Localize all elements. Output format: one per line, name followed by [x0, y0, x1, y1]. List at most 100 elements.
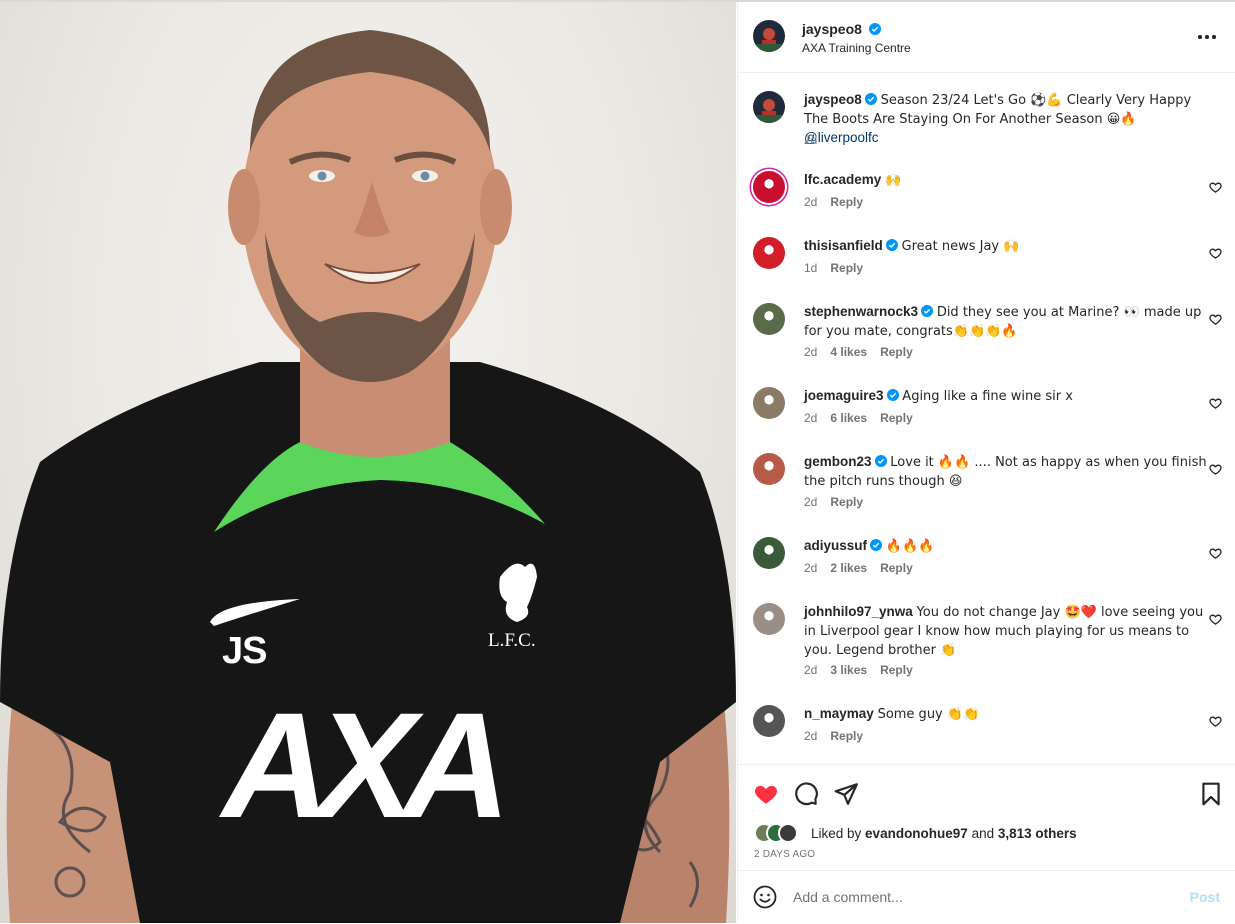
- comment-like-icon[interactable]: [1209, 397, 1222, 410]
- reply-button[interactable]: Reply: [830, 195, 863, 209]
- comment-icon[interactable]: [793, 781, 819, 807]
- commenter-username[interactable]: lfc.academy: [804, 172, 881, 187]
- comment-meta: 2d 2 likes Reply: [804, 561, 926, 575]
- reply-button[interactable]: Reply: [830, 729, 863, 743]
- comment-meta: 2d 6 likes Reply: [804, 411, 926, 425]
- comment-time[interactable]: 2d: [804, 195, 817, 209]
- heart-icon[interactable]: [753, 781, 779, 807]
- caption-avatar[interactable]: [753, 91, 785, 123]
- post-button[interactable]: Post: [1190, 889, 1220, 905]
- liked-by-others[interactable]: 3,813 others: [998, 826, 1077, 841]
- caption-time[interactable]: 2d: [804, 133, 817, 147]
- comment-body: thisisanfield Great news Jay 🙌: [804, 237, 1208, 256]
- comment-likes[interactable]: 2 likes: [830, 561, 867, 575]
- liker-avatars[interactable]: [754, 823, 808, 843]
- comment-text: Some guy 👏👏: [877, 707, 980, 722]
- commenter-avatar[interactable]: [753, 303, 785, 335]
- comment-text: 🙌: [885, 173, 902, 188]
- commenter-avatar[interactable]: [753, 453, 785, 485]
- caption-text: Season 23/24 Let's Go ⚽💪 Clearly Very Ha…: [804, 93, 1192, 127]
- post-photo[interactable]: JS L.F.C. AXA: [0, 2, 736, 923]
- commenter-username[interactable]: n_maymay: [804, 706, 874, 721]
- post-location[interactable]: AXA Training Centre: [802, 41, 911, 55]
- comment-meta: 1d Reply: [804, 261, 876, 275]
- commenter-username[interactable]: johnhilo97_ynwa: [804, 604, 913, 619]
- shirt-initials: JS: [222, 630, 267, 672]
- comment-time[interactable]: 2d: [804, 495, 817, 509]
- reply-button[interactable]: Reply: [880, 663, 913, 677]
- comment-text: Great news Jay 🙌: [901, 239, 1020, 254]
- reply-button[interactable]: Reply: [880, 411, 913, 425]
- commenter-avatar[interactable]: [753, 705, 785, 737]
- commenter-username[interactable]: thisisanfield: [804, 238, 883, 253]
- add-comment-bar: Post: [738, 870, 1235, 923]
- commenter-username[interactable]: gembon23: [804, 454, 872, 469]
- comment-text: Aging like a fine wine sir x: [902, 389, 1073, 404]
- caption-body: jayspeo8 Season 23/24 Let's Go ⚽💪 Clearl…: [804, 91, 1208, 147]
- comment-like-icon[interactable]: [1209, 463, 1222, 476]
- liked-by-user[interactable]: evandonohue97: [865, 826, 968, 841]
- comment-body: lfc.academy 🙌: [804, 171, 1208, 190]
- commenter-username[interactable]: stephenwarnock3: [804, 304, 918, 319]
- commenter-avatar[interactable]: [753, 237, 785, 269]
- comment-like-icon[interactable]: [1209, 547, 1222, 560]
- comment-likes[interactable]: 3 likes: [830, 663, 867, 677]
- post-sidebar: jayspeo8 AXA Training Centre jayspeo8 Se…: [737, 2, 1235, 923]
- comment-meta: 2d 3 likes Reply: [804, 663, 926, 677]
- commenter-avatar[interactable]: [753, 603, 785, 635]
- comment-like-icon[interactable]: [1209, 181, 1222, 194]
- comment-time[interactable]: 2d: [804, 663, 817, 677]
- verified-icon: [868, 23, 881, 35]
- comment-input[interactable]: [793, 885, 1173, 909]
- commenter-username[interactable]: adiyussuf: [804, 538, 867, 553]
- reply-button[interactable]: Reply: [830, 261, 863, 275]
- share-icon[interactable]: [833, 781, 859, 807]
- comment-like-icon[interactable]: [1209, 715, 1222, 728]
- comment-meta: 2d Reply: [804, 729, 876, 743]
- comment-body: stephenwarnock3 Did they see you at Mari…: [804, 303, 1208, 341]
- comment-meta: 2d Reply: [804, 495, 876, 509]
- post-header: jayspeo8 AXA Training Centre: [738, 2, 1235, 73]
- comment-body: joemaguire3 Aging like a fine wine sir x: [804, 387, 1208, 406]
- verified-icon: [870, 539, 883, 551]
- caption-meta: 2d: [804, 133, 830, 147]
- comment-likes[interactable]: 4 likes: [830, 345, 867, 359]
- reply-button[interactable]: Reply: [830, 495, 863, 509]
- post-timestamp[interactable]: 2 DAYS AGO: [754, 849, 815, 860]
- comment-text: 🔥🔥🔥: [885, 539, 935, 554]
- liker-avatar: [778, 823, 798, 843]
- comment-body: n_maymay Some guy 👏👏: [804, 705, 1208, 724]
- caption-username[interactable]: jayspeo8: [804, 92, 862, 107]
- comment-likes[interactable]: 6 likes: [830, 411, 867, 425]
- author-username[interactable]: jayspeo8: [802, 21, 862, 37]
- comment-time[interactable]: 1d: [804, 261, 817, 275]
- verified-icon: [921, 305, 934, 317]
- comment-time[interactable]: 2d: [804, 345, 817, 359]
- comments-list[interactable]: jayspeo8 Season 23/24 Let's Go ⚽💪 Clearl…: [738, 74, 1235, 764]
- bookmark-icon[interactable]: [1198, 781, 1224, 807]
- shirt-sponsor: AXA: [222, 681, 511, 849]
- commenter-avatar[interactable]: [753, 387, 785, 419]
- more-icon[interactable]: [1198, 28, 1218, 44]
- comment-meta: 2d 4 likes Reply: [804, 345, 926, 359]
- comment-time[interactable]: 2d: [804, 729, 817, 743]
- verified-icon: [885, 239, 898, 251]
- emoji-icon[interactable]: [753, 885, 777, 909]
- reply-button[interactable]: Reply: [880, 345, 913, 359]
- comment-time[interactable]: 2d: [804, 411, 817, 425]
- author-avatar[interactable]: [753, 20, 785, 52]
- verified-icon: [864, 93, 877, 105]
- verified-icon: [886, 389, 899, 401]
- comment-meta: 2d Reply: [804, 195, 876, 209]
- commenter-avatar[interactable]: [753, 171, 785, 203]
- comment-time[interactable]: 2d: [804, 561, 817, 575]
- commenter-username[interactable]: joemaguire3: [804, 388, 884, 403]
- likes-and: and: [967, 826, 998, 841]
- comment-like-icon[interactable]: [1209, 613, 1222, 626]
- comment-like-icon[interactable]: [1209, 313, 1222, 326]
- reply-button[interactable]: Reply: [880, 561, 913, 575]
- comment-body: gembon23 Love it 🔥🔥 .... Not as happy as…: [804, 453, 1208, 491]
- comment-like-icon[interactable]: [1209, 247, 1222, 260]
- commenter-avatar[interactable]: [753, 537, 785, 569]
- shirt-crest-text: L.F.C.: [488, 630, 536, 651]
